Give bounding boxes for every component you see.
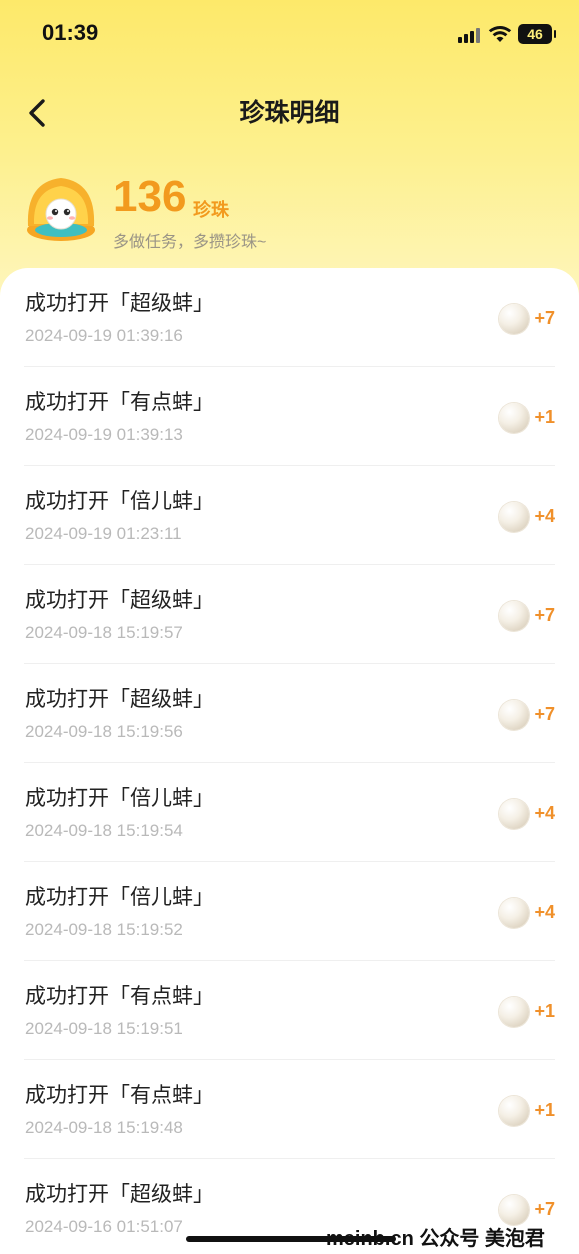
record-title: 成功打开「超级蚌」 (25, 589, 214, 612)
pearl-icon (499, 1195, 529, 1225)
pearl-icon (499, 601, 529, 631)
signal-icon (458, 27, 482, 43)
pearl-icon (499, 700, 529, 730)
records-list: 成功打开「超级蚌」 2024-09-19 01:39:16 +7 成功打开「有点… (0, 268, 579, 1254)
pearl-icon (499, 997, 529, 1027)
record-amount: +1 (534, 407, 555, 427)
pearl-unit-label: 珍珠 (193, 200, 229, 220)
record-title: 成功打开「超级蚌」 (25, 688, 214, 711)
record-time: 2024-09-18 15:19:52 (25, 920, 183, 939)
pearl-tip-text: 多做任务，多攒珍珠~ (113, 234, 267, 251)
list-item: 成功打开「倍儿蚌」 2024-09-19 01:23:11 +4 (0, 466, 579, 565)
record-amount: +7 (534, 704, 555, 724)
home-indicator[interactable] (186, 1236, 396, 1242)
record-time: 2024-09-18 15:19:54 (25, 821, 183, 840)
record-amount: +4 (534, 803, 555, 823)
pearl-icon (499, 502, 529, 532)
record-title: 成功打开「有点蚌」 (25, 391, 214, 414)
pearl-icon (499, 898, 529, 928)
record-title: 成功打开「有点蚌」 (25, 985, 214, 1008)
record-title: 成功打开「倍儿蚌」 (25, 787, 214, 810)
record-amount: +4 (534, 902, 555, 922)
record-time: 2024-09-18 15:19:56 (25, 722, 183, 741)
pearl-icon (499, 1096, 529, 1126)
list-item: 成功打开「倍儿蚌」 2024-09-18 15:19:54 +4 (0, 763, 579, 862)
record-time: 2024-09-19 01:23:11 (25, 524, 182, 543)
pearl-icon (499, 799, 529, 829)
pearl-icon (499, 403, 529, 433)
list-item: 成功打开「超级蚌」 2024-09-18 15:19:57 +7 (0, 565, 579, 664)
record-time: 2024-09-18 15:19:51 (25, 1019, 183, 1038)
record-amount: +7 (534, 308, 555, 328)
record-title: 成功打开「超级蚌」 (25, 292, 214, 315)
status-bar: 01:39 46 (0, 0, 579, 70)
status-time: 01:39 (42, 20, 99, 45)
records-card: 成功打开「超级蚌」 2024-09-19 01:39:16 +7 成功打开「有点… (0, 268, 579, 1254)
list-item: 成功打开「超级蚌」 2024-09-19 01:39:16 +7 (0, 268, 579, 367)
record-time: 2024-09-18 15:19:48 (25, 1118, 183, 1137)
clam-mascot-icon (27, 178, 95, 241)
record-title: 成功打开「倍儿蚌」 (25, 886, 214, 909)
list-item: 成功打开「超级蚌」 2024-09-18 15:19:56 +7 (0, 664, 579, 763)
page-title: 珍珠明细 (239, 99, 340, 127)
record-amount: +1 (534, 1001, 555, 1021)
list-item: 成功打开「有点蚌」 2024-09-19 01:39:13 +1 (0, 367, 579, 466)
record-amount: +7 (534, 1199, 555, 1219)
list-item: 成功打开「倍儿蚌」 2024-09-18 15:19:52 +4 (0, 862, 579, 961)
record-time: 2024-09-19 01:39:16 (25, 326, 183, 345)
record-time: 2024-09-16 01:51:07 (25, 1217, 183, 1236)
record-title: 成功打开「倍儿蚌」 (25, 490, 214, 513)
record-title: 成功打开「超级蚌」 (25, 1183, 214, 1206)
pearl-icon (499, 304, 529, 334)
record-amount: +1 (534, 1100, 555, 1120)
record-time: 2024-09-18 15:19:57 (25, 623, 183, 642)
pearl-balance: 136 (113, 172, 187, 221)
record-amount: +4 (534, 506, 555, 526)
record-title: 成功打开「有点蚌」 (25, 1084, 214, 1107)
record-amount: +7 (534, 605, 555, 625)
list-item: 成功打开「有点蚌」 2024-09-18 15:19:51 +1 (0, 961, 579, 1060)
wifi-icon (488, 26, 512, 42)
battery-icon: 46 (518, 24, 556, 44)
list-item: 成功打开「有点蚌」 2024-09-18 15:19:48 +1 (0, 1060, 579, 1159)
record-time: 2024-09-19 01:39:13 (25, 425, 183, 444)
